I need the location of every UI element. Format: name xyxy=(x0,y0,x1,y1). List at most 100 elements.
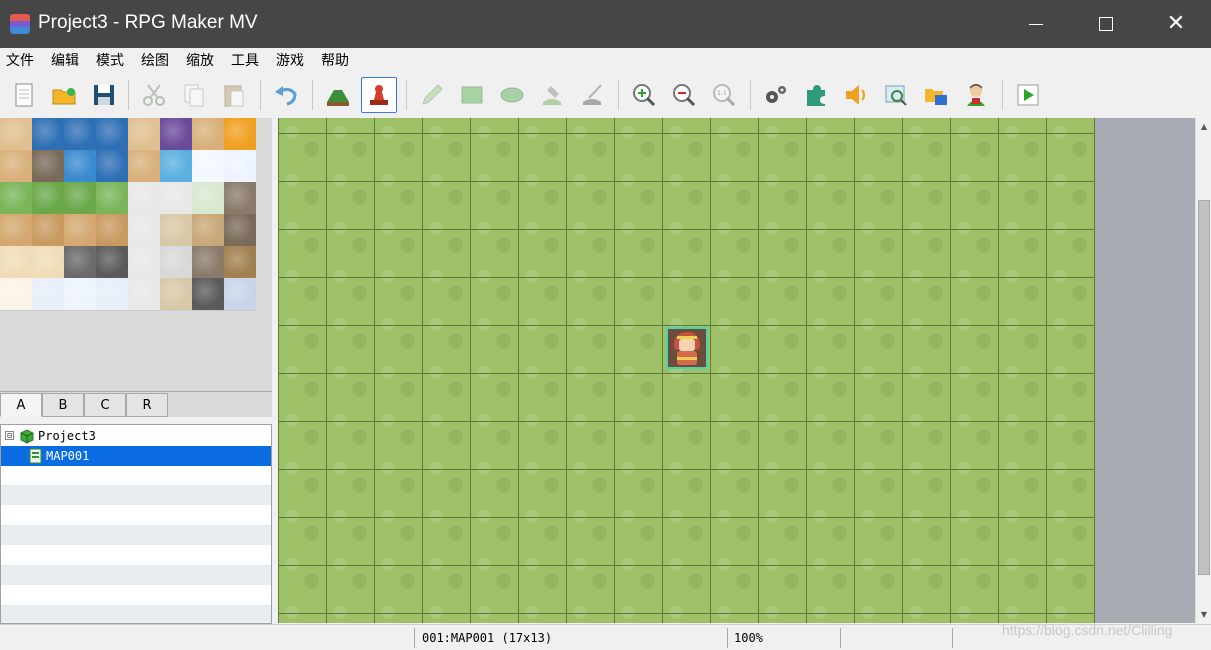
tileset-tile[interactable] xyxy=(192,150,224,182)
menu-tools[interactable]: 工具 xyxy=(231,50,259,70)
tileset-tile[interactable] xyxy=(160,278,192,310)
rectangle-button[interactable] xyxy=(454,77,490,113)
tileset-tile[interactable] xyxy=(96,182,128,214)
tileset-tile[interactable] xyxy=(192,214,224,246)
tileset-tile[interactable] xyxy=(0,182,32,214)
tileset-tile[interactable] xyxy=(64,214,96,246)
tileset-tile[interactable] xyxy=(192,246,224,278)
undo-button[interactable] xyxy=(268,77,304,113)
tileset-tile[interactable] xyxy=(96,118,128,150)
character-generator-button[interactable] xyxy=(958,77,994,113)
menu-help[interactable]: 帮助 xyxy=(321,50,349,70)
copy-button[interactable] xyxy=(176,77,212,113)
tileset-tile[interactable] xyxy=(128,278,160,310)
sound-test-button[interactable] xyxy=(838,77,874,113)
collapse-icon[interactable]: ⊟ xyxy=(5,431,14,440)
player-event[interactable] xyxy=(666,327,708,369)
tree-item-project[interactable]: ⊟ Project3 xyxy=(1,426,271,446)
tileset-tile[interactable] xyxy=(128,182,160,214)
tileset-tile[interactable] xyxy=(96,214,128,246)
tileset-tile[interactable] xyxy=(160,150,192,182)
zoom-out-button[interactable] xyxy=(666,77,702,113)
tileset-tile[interactable] xyxy=(160,118,192,150)
tileset-tile[interactable] xyxy=(32,118,64,150)
tileset-tile[interactable] xyxy=(224,214,256,246)
tileset-tile[interactable] xyxy=(0,118,32,150)
ellipse-button[interactable] xyxy=(494,77,530,113)
actual-size-button[interactable]: 1:1 xyxy=(706,77,742,113)
tileset-tile[interactable] xyxy=(224,182,256,214)
tileset-tile[interactable] xyxy=(32,246,64,278)
tileset-tile[interactable] xyxy=(32,214,64,246)
plugin-manager-button[interactable] xyxy=(798,77,834,113)
event-mode-button[interactable] xyxy=(361,77,397,113)
menu-edit[interactable]: 编辑 xyxy=(51,50,79,70)
tileset-tile[interactable] xyxy=(160,246,192,278)
tileset-tile[interactable] xyxy=(32,182,64,214)
tileset-tile[interactable] xyxy=(0,150,32,182)
tileset-tile[interactable] xyxy=(64,150,96,182)
event-searcher-button[interactable] xyxy=(878,77,914,113)
tileset-tile[interactable] xyxy=(0,246,32,278)
tileset-tile[interactable] xyxy=(224,150,256,182)
menu-game[interactable]: 游戏 xyxy=(276,50,304,70)
tileset-tile[interactable] xyxy=(64,278,96,310)
menu-mode[interactable]: 模式 xyxy=(96,50,124,70)
tileset-tile[interactable] xyxy=(128,118,160,150)
tileset-tile[interactable] xyxy=(192,278,224,310)
map-canvas[interactable] xyxy=(278,118,1095,623)
tileset-tile[interactable] xyxy=(224,278,256,310)
maximize-button[interactable] xyxy=(1071,0,1141,48)
tab-a[interactable]: A xyxy=(0,393,42,417)
tileset-tile[interactable] xyxy=(96,150,128,182)
tileset-tile[interactable] xyxy=(224,246,256,278)
menu-draw[interactable]: 绘图 xyxy=(141,50,169,70)
save-project-button[interactable] xyxy=(86,77,122,113)
tileset-tile[interactable] xyxy=(96,246,128,278)
zoom-in-button[interactable] xyxy=(626,77,662,113)
tileset-tile[interactable] xyxy=(128,150,160,182)
pencil-button[interactable] xyxy=(414,77,450,113)
toolbar-separator xyxy=(618,80,619,110)
shadow-pen-button[interactable] xyxy=(574,77,610,113)
tileset-tile[interactable] xyxy=(224,118,256,150)
paste-button[interactable] xyxy=(216,77,252,113)
tree-item-map001[interactable]: MAP001 xyxy=(1,446,271,466)
tileset-tile[interactable] xyxy=(96,278,128,310)
scroll-up-arrow[interactable]: ▲ xyxy=(1196,118,1211,134)
menu-file[interactable]: 文件 xyxy=(6,50,34,70)
cut-button[interactable] xyxy=(136,77,172,113)
flood-fill-button[interactable] xyxy=(534,77,570,113)
tileset-tile[interactable] xyxy=(128,214,160,246)
resource-manager-button[interactable] xyxy=(918,77,954,113)
new-document-icon xyxy=(15,83,33,107)
tileset-tile[interactable] xyxy=(128,246,160,278)
tileset-tile[interactable] xyxy=(64,182,96,214)
tileset-tile[interactable] xyxy=(32,278,64,310)
tileset-tile[interactable] xyxy=(160,214,192,246)
tab-b[interactable]: B xyxy=(42,393,84,417)
tileset-tile[interactable] xyxy=(64,118,96,150)
scroll-thumb[interactable] xyxy=(1198,200,1210,575)
menu-scale[interactable]: 缩放 xyxy=(186,50,214,70)
close-button[interactable]: ✕ xyxy=(1141,0,1211,48)
scroll-down-arrow[interactable]: ▼ xyxy=(1196,606,1211,622)
tileset-tile[interactable] xyxy=(0,214,32,246)
tileset-tile[interactable] xyxy=(160,182,192,214)
database-button[interactable] xyxy=(758,77,794,113)
tileset-palette[interactable] xyxy=(0,118,256,311)
tileset-tile[interactable] xyxy=(192,118,224,150)
vertical-scrollbar[interactable]: ▲ ▼ xyxy=(1195,118,1211,623)
tileset-tile[interactable] xyxy=(192,182,224,214)
map-mode-button[interactable] xyxy=(320,77,356,113)
open-project-button[interactable] xyxy=(46,77,82,113)
tab-c[interactable]: C xyxy=(84,393,126,417)
tileset-tile[interactable] xyxy=(64,246,96,278)
new-project-button[interactable] xyxy=(6,77,42,113)
tab-r[interactable]: R xyxy=(126,393,168,417)
tileset-tile[interactable] xyxy=(32,150,64,182)
playtest-button[interactable] xyxy=(1010,77,1046,113)
tileset-tile[interactable] xyxy=(0,278,32,310)
minimize-button[interactable] xyxy=(1001,0,1071,48)
tree-stripe xyxy=(1,585,271,605)
